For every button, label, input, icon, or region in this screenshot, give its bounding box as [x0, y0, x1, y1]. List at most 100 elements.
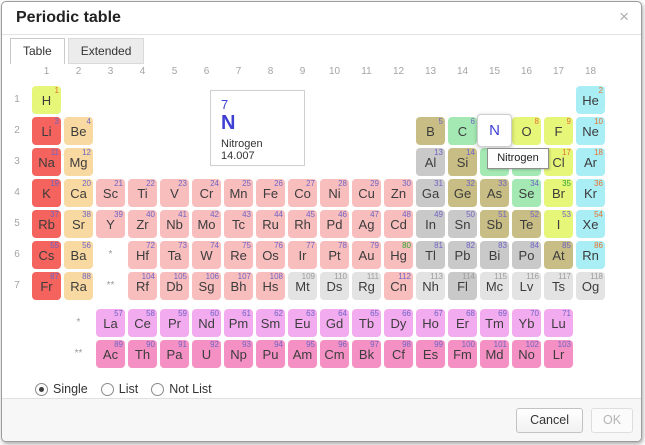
radio-not-list-icon[interactable]	[151, 383, 164, 396]
element-Po[interactable]: 84Po	[512, 241, 541, 269]
element-U[interactable]: 92U	[192, 340, 221, 368]
element-No[interactable]: 102No	[512, 340, 541, 368]
element-Hf[interactable]: 72Hf	[128, 241, 157, 269]
element-Np[interactable]: 93Np	[224, 340, 253, 368]
element-Lr[interactable]: 103Lr	[544, 340, 573, 368]
element-Yb[interactable]: 70Yb	[512, 309, 541, 337]
element-Os[interactable]: 76Os	[256, 241, 285, 269]
element-N[interactable]: 7N	[477, 114, 512, 147]
element-Er[interactable]: 68Er	[448, 309, 477, 337]
element-Gd[interactable]: 64Gd	[320, 309, 349, 337]
element-Mg[interactable]: 12Mg	[64, 148, 93, 176]
element-V[interactable]: 23V	[160, 179, 189, 207]
element-Ga[interactable]: 31Ga	[416, 179, 445, 207]
element-Cr[interactable]: 24Cr	[192, 179, 221, 207]
element-Db[interactable]: 105Db	[160, 272, 189, 300]
radio-list-icon[interactable]	[101, 383, 114, 396]
element-Rg[interactable]: 111Rg	[352, 272, 381, 300]
element-Th[interactable]: 90Th	[128, 340, 157, 368]
element-Nd[interactable]: 60Nd	[192, 309, 221, 337]
element-Ge[interactable]: 32Ge	[448, 179, 477, 207]
radio-list[interactable]: List	[101, 382, 138, 396]
element-Bh[interactable]: 107Bh	[224, 272, 253, 300]
element-Am[interactable]: 95Am	[288, 340, 317, 368]
element-Fe[interactable]: 26Fe	[256, 179, 285, 207]
element-Zn[interactable]: 30Zn	[384, 179, 413, 207]
element-Bk[interactable]: 97Bk	[352, 340, 381, 368]
element-Cm[interactable]: 96Cm	[320, 340, 349, 368]
element-He[interactable]: 2He	[576, 86, 605, 114]
element-Fr[interactable]: 87Fr	[32, 272, 61, 300]
element-Pm[interactable]: 61Pm	[224, 309, 253, 337]
element-Tb[interactable]: 65Tb	[352, 309, 381, 337]
element-Rb[interactable]: 37Rb	[32, 210, 61, 238]
element-Ir[interactable]: 77Ir	[288, 241, 317, 269]
element-Sg[interactable]: 106Sg	[192, 272, 221, 300]
element-Ta[interactable]: 73Ta	[160, 241, 189, 269]
element-Bi[interactable]: 83Bi	[480, 241, 509, 269]
element-Pr[interactable]: 59Pr	[160, 309, 189, 337]
element-Se[interactable]: 34Se	[512, 179, 541, 207]
element-Sn[interactable]: 50Sn	[448, 210, 477, 238]
element-Sr[interactable]: 38Sr	[64, 210, 93, 238]
element-Nh[interactable]: 113Nh	[416, 272, 445, 300]
element-Ag[interactable]: 47Ag	[352, 210, 381, 238]
element-Te[interactable]: 52Te	[512, 210, 541, 238]
element-Ra[interactable]: 88Ra	[64, 272, 93, 300]
element-H[interactable]: 1H	[32, 86, 61, 114]
element-Co[interactable]: 27Co	[288, 179, 317, 207]
cancel-button[interactable]: Cancel	[516, 408, 583, 433]
element-Y[interactable]: 39Y	[96, 210, 125, 238]
element-Sc[interactable]: 21Sc	[96, 179, 125, 207]
element-Li[interactable]: 3Li	[32, 117, 61, 145]
element-Ti[interactable]: 22Ti	[128, 179, 157, 207]
element-Mo[interactable]: 42Mo	[192, 210, 221, 238]
element-Ba[interactable]: 56Ba	[64, 241, 93, 269]
element-At[interactable]: 85At	[544, 241, 573, 269]
element-Xe[interactable]: 54Xe	[576, 210, 605, 238]
element-Md[interactable]: 101Md	[480, 340, 509, 368]
element-C[interactable]: 6C	[448, 117, 477, 145]
element-Cf[interactable]: 98Cf	[384, 340, 413, 368]
element-Cd[interactable]: 48Cd	[384, 210, 413, 238]
element-I[interactable]: 53I	[544, 210, 573, 238]
element-Ce[interactable]: 58Ce	[128, 309, 157, 337]
radio-single[interactable]: Single	[35, 382, 88, 396]
element-Si[interactable]: 14Si	[448, 148, 477, 176]
element-Mn[interactable]: 25Mn	[224, 179, 253, 207]
element-Na[interactable]: 11Na	[32, 148, 61, 176]
element-Dy[interactable]: 66Dy	[384, 309, 413, 337]
element-Sb[interactable]: 51Sb	[480, 210, 509, 238]
element-Hg[interactable]: 80Hg	[384, 241, 413, 269]
element-Cn[interactable]: 112Cn	[384, 272, 413, 300]
element-Cs[interactable]: 55Cs	[32, 241, 61, 269]
element-Ni[interactable]: 28Ni	[320, 179, 349, 207]
element-Al[interactable]: 13Al	[416, 148, 445, 176]
element-Kr[interactable]: 36Kr	[576, 179, 605, 207]
element-O[interactable]: 8O	[512, 117, 541, 145]
element-Es[interactable]: 99Es	[416, 340, 445, 368]
radio-single-icon[interactable]	[35, 383, 48, 396]
element-Ne[interactable]: 10Ne	[576, 117, 605, 145]
element-Be[interactable]: 4Be	[64, 117, 93, 145]
element-Ca[interactable]: 20Ca	[64, 179, 93, 207]
element-Rn[interactable]: 86Rn	[576, 241, 605, 269]
radio-not-list[interactable]: Not List	[151, 382, 211, 396]
element-Hs[interactable]: 108Hs	[256, 272, 285, 300]
element-Zr[interactable]: 40Zr	[128, 210, 157, 238]
element-Sm[interactable]: 62Sm	[256, 309, 285, 337]
element-Pa[interactable]: 91Pa	[160, 340, 189, 368]
element-F[interactable]: 9F	[544, 117, 573, 145]
element-Br[interactable]: 35Br	[544, 179, 573, 207]
element-Fl[interactable]: 114Fl	[448, 272, 477, 300]
element-Tl[interactable]: 81Tl	[416, 241, 445, 269]
element-Ts[interactable]: 117Ts	[544, 272, 573, 300]
element-Eu[interactable]: 63Eu	[288, 309, 317, 337]
element-Ds[interactable]: 110Ds	[320, 272, 349, 300]
element-Tc[interactable]: 43Tc	[224, 210, 253, 238]
element-Mc[interactable]: 115Mc	[480, 272, 509, 300]
element-Pb[interactable]: 82Pb	[448, 241, 477, 269]
element-Tm[interactable]: 69Tm	[480, 309, 509, 337]
element-W[interactable]: 74W	[192, 241, 221, 269]
element-B[interactable]: 5B	[416, 117, 445, 145]
